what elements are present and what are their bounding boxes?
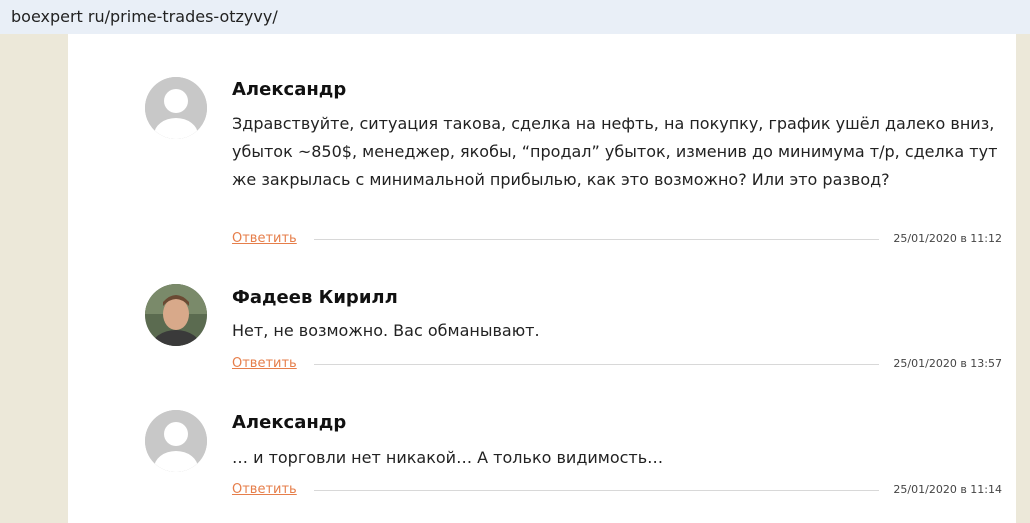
default-avatar-icon: [145, 77, 207, 139]
default-avatar-icon: [145, 410, 207, 472]
comment-date: 25/01/2020 в 13:57: [893, 357, 1002, 370]
divider: [314, 490, 879, 491]
comment-meta: Ответить 25/01/2020 в 11:14: [232, 482, 1002, 498]
url-text: boexpert ru/prime-trades-otzyvy/: [11, 7, 278, 26]
comment-meta: Ответить 25/01/2020 в 11:12: [232, 231, 1002, 247]
reply-link[interactable]: Ответить: [232, 356, 297, 372]
divider: [314, 364, 879, 365]
comment-meta: Ответить 25/01/2020 в 13:57: [232, 356, 1002, 372]
divider: [314, 239, 879, 240]
comment-text: … и торговли нет никакой… А только видим…: [232, 448, 664, 467]
comments-area: Александр Здравствуйте, ситуация такова,…: [68, 34, 1016, 523]
reply-link[interactable]: Ответить: [232, 482, 297, 498]
comment-text: Здравствуйте, ситуация такова, сделка на…: [232, 114, 998, 189]
comment-author: Фадеев Кирилл: [232, 287, 398, 308]
reply-link[interactable]: Ответить: [232, 231, 297, 247]
comment-date: 25/01/2020 в 11:14: [893, 483, 1002, 496]
comment-date: 25/01/2020 в 11:12: [893, 232, 1002, 245]
comment-text: Нет, не возможно. Вас обманывают.: [232, 321, 540, 340]
address-bar[interactable]: boexpert ru/prime-trades-otzyvy/: [0, 0, 1030, 34]
user-photo-avatar: [145, 284, 207, 346]
comment-author: Александр: [232, 412, 347, 433]
comment-author: Александр: [232, 79, 347, 100]
